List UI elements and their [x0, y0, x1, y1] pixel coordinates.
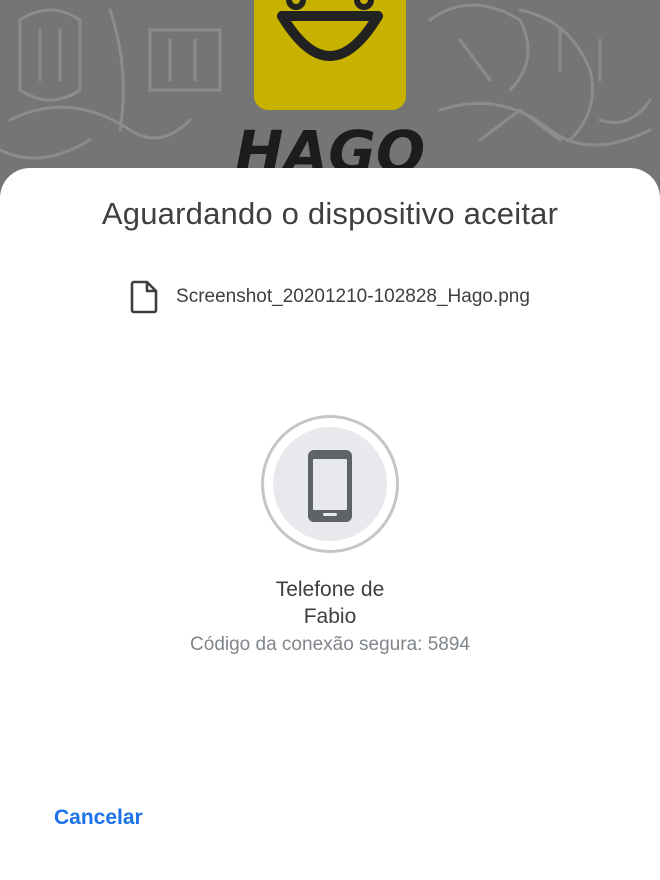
device-avatar [273, 427, 387, 541]
smartphone-icon [308, 450, 352, 522]
device-name-line-1: Telefone de [275, 578, 385, 601]
device-name: Telefone de Fabio [0, 576, 660, 630]
device-target[interactable] [261, 415, 399, 553]
cancel-button[interactable]: Cancelar [38, 796, 159, 840]
file-row: Screenshot_20201210-102828_Hago.png [0, 280, 660, 314]
device-name-line-2: Fabio [303, 605, 357, 628]
sheet-title: Aguardando o dispositivo aceitar [101, 196, 559, 231]
secure-connection-code: Código da conexão segura: 5894 [190, 634, 470, 655]
share-bottom-sheet: Aguardando o dispositivo aceitar Screens… [0, 168, 660, 880]
file-name: Screenshot_20201210-102828_Hago.png [176, 286, 530, 307]
file-icon [130, 280, 158, 314]
